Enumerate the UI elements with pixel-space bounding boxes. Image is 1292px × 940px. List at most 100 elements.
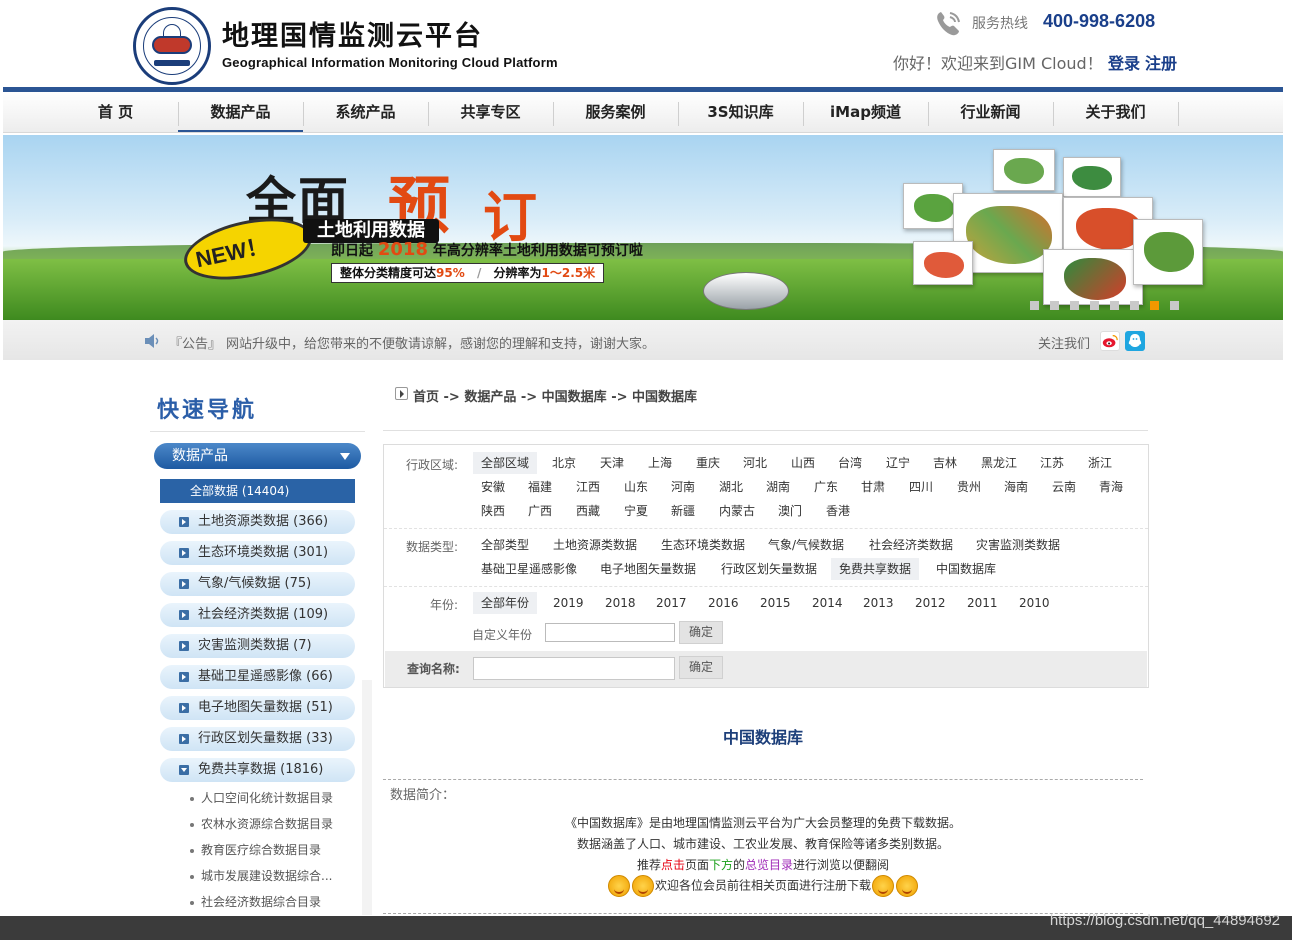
region-option[interactable]: 广东 (806, 476, 846, 498)
slide-dot[interactable] (1070, 301, 1079, 310)
region-option[interactable]: 陕西 (473, 500, 513, 522)
region-option[interactable]: 江西 (568, 476, 608, 498)
region-option[interactable]: 海南 (996, 476, 1036, 498)
site-logo[interactable] (133, 7, 211, 85)
region-option[interactable]: 台湾 (830, 452, 870, 474)
year-option[interactable]: 2018 (597, 592, 644, 614)
sidebar-item-ecology[interactable]: 生态环境类数据 (301) (160, 541, 355, 565)
overview-catalog-link[interactable]: 总览目录 (745, 858, 793, 872)
year-option-all[interactable]: 全部年份 (473, 592, 538, 614)
region-option[interactable]: 山西 (783, 452, 823, 474)
sidebar-item-land-resources[interactable]: 土地资源类数据 (366) (160, 510, 355, 534)
region-option[interactable]: 重庆 (688, 452, 728, 474)
year-option[interactable]: 2010 (1011, 592, 1058, 614)
region-option[interactable]: 广西 (520, 500, 560, 522)
year-option[interactable]: 2012 (907, 592, 954, 614)
query-name-input[interactable] (473, 657, 675, 680)
region-option[interactable]: 宁夏 (616, 500, 656, 522)
type-option[interactable]: 生态环境类数据 (653, 534, 753, 556)
nav-item-news[interactable]: 行业新闻 (928, 92, 1053, 132)
year-option[interactable]: 2019 (545, 592, 592, 614)
region-option[interactable]: 甘肃 (853, 476, 893, 498)
region-option[interactable]: 新疆 (663, 500, 703, 522)
sidebar-item-vector-map[interactable]: 电子地图矢量数据 (51) (160, 696, 355, 720)
region-option[interactable]: 安徽 (473, 476, 513, 498)
promo-banner[interactable]: 全面 预 订 NEW！ 土地利用数据 即日起 2018 年高分辨率土地利用数据可… (3, 135, 1283, 320)
region-option[interactable]: 香港 (818, 500, 858, 522)
year-option[interactable]: 2015 (752, 592, 799, 614)
region-option[interactable]: 黑龙江 (973, 452, 1025, 474)
slide-dot[interactable] (1170, 301, 1179, 310)
region-option[interactable]: 北京 (544, 452, 584, 474)
region-option[interactable]: 河北 (735, 452, 775, 474)
register-link[interactable]: 注册 (1145, 50, 1177, 74)
type-option[interactable]: 电子地图矢量数据 (592, 558, 704, 580)
year-option[interactable]: 2014 (804, 592, 851, 614)
nav-item-3s-knowledge[interactable]: 3S知识库 (678, 92, 803, 132)
sidebar-item-satellite[interactable]: 基础卫星遥感影像 (66) (160, 665, 355, 689)
type-option[interactable]: 土地资源类数据 (545, 534, 645, 556)
nav-item-about[interactable]: 关于我们 (1053, 92, 1178, 132)
slide-dot[interactable] (1090, 301, 1099, 310)
year-option[interactable]: 2016 (700, 592, 747, 614)
nav-item-data-products[interactable]: 数据产品 (178, 92, 303, 132)
sidebar-subitem[interactable]: 教育医疗综合数据目录 (190, 841, 350, 858)
type-option[interactable]: 中国数据库 (928, 558, 1004, 580)
type-option-all[interactable]: 全部类型 (473, 534, 537, 556)
region-option[interactable]: 贵州 (949, 476, 989, 498)
login-link[interactable]: 登录 (1108, 50, 1140, 74)
nav-item-system-products[interactable]: 系统产品 (303, 92, 428, 132)
region-option[interactable]: 澳门 (770, 500, 810, 522)
region-option[interactable]: 湖北 (711, 476, 751, 498)
region-option[interactable]: 辽宁 (878, 452, 918, 474)
type-option[interactable]: 基础卫星遥感影像 (473, 558, 585, 580)
region-option[interactable]: 福建 (520, 476, 560, 498)
year-confirm-button[interactable]: 确定 (679, 621, 723, 644)
nav-item-sharing[interactable]: 共享专区 (428, 92, 553, 132)
slide-dot[interactable] (1030, 301, 1039, 310)
nav-item-cases[interactable]: 服务案例 (553, 92, 678, 132)
sidebar-subitem[interactable]: 社会经济数据综合目录 (190, 893, 350, 910)
sidebar-item-admin-boundary[interactable]: 行政区划矢量数据 (33) (160, 727, 355, 751)
type-option-free-data[interactable]: 免费共享数据 (831, 558, 920, 580)
custom-year-input[interactable] (545, 623, 675, 642)
query-confirm-button[interactable]: 确定 (679, 656, 723, 679)
region-option[interactable]: 天津 (592, 452, 632, 474)
region-option[interactable]: 山东 (616, 476, 656, 498)
sidebar-item-disaster[interactable]: 灾害监测类数据 (7) (160, 634, 355, 658)
sidebar-item-free-data[interactable]: 免费共享数据 (1816) (160, 758, 355, 782)
region-option-all[interactable]: 全部区域 (473, 452, 538, 474)
qq-icon[interactable] (1125, 331, 1145, 351)
weibo-icon[interactable] (1100, 331, 1120, 351)
sidebar-item-all-data[interactable]: 全部数据 (14404) (160, 479, 355, 503)
sidebar-category-header[interactable]: 数据产品 (154, 443, 361, 469)
year-option[interactable]: 2017 (648, 592, 695, 614)
slide-dot[interactable] (1130, 301, 1139, 310)
region-option[interactable]: 河南 (663, 476, 703, 498)
year-option[interactable]: 2013 (855, 592, 902, 614)
slide-dot[interactable] (1050, 301, 1059, 310)
year-option[interactable]: 2011 (959, 592, 1006, 614)
nav-item-imap[interactable]: iMap频道 (803, 92, 928, 132)
region-option[interactable]: 四川 (901, 476, 941, 498)
nav-item-home[interactable]: 首 页 (53, 92, 178, 132)
type-option[interactable]: 灾害监测类数据 (968, 534, 1068, 556)
region-option[interactable]: 云南 (1044, 476, 1084, 498)
region-option[interactable]: 江苏 (1032, 452, 1072, 474)
sidebar-item-climate[interactable]: 气象/气候数据 (75) (160, 572, 355, 596)
region-option[interactable]: 青海 (1091, 476, 1131, 498)
region-option[interactable]: 内蒙古 (711, 500, 763, 522)
sidebar-subitem[interactable]: 城市发展建设数据综合... (190, 867, 350, 884)
region-option[interactable]: 浙江 (1080, 452, 1120, 474)
region-option[interactable]: 吉林 (925, 452, 965, 474)
region-option[interactable]: 上海 (640, 452, 680, 474)
sidebar-subitem[interactable]: 人口空间化统计数据目录 (190, 789, 350, 806)
sidebar-item-socioeconomic[interactable]: 社会经济类数据 (109) (160, 603, 355, 627)
type-option[interactable]: 气象/气候数据 (760, 534, 852, 556)
sidebar-subitem[interactable]: 农林水资源综合数据目录 (190, 815, 350, 832)
slide-dot-active[interactable] (1150, 301, 1159, 310)
type-option[interactable]: 社会经济类数据 (861, 534, 961, 556)
region-option[interactable]: 西藏 (568, 500, 608, 522)
region-option[interactable]: 湖南 (758, 476, 798, 498)
breadcrumb[interactable]: 首页 -> 数据产品 -> 中国数据库 -> 中国数据库 (413, 386, 697, 405)
